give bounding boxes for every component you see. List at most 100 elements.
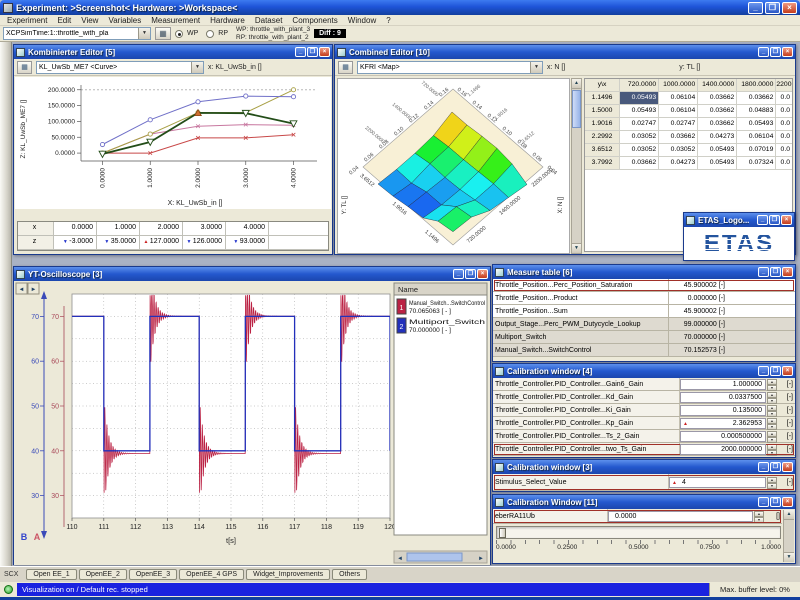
map-value-cell[interactable]: 0.03052 <box>620 131 659 143</box>
experiment-tab[interactable]: OpenEE_3 <box>129 569 177 580</box>
calibration-value-field[interactable]: 1.000000 <box>680 379 766 390</box>
map-value-cell[interactable]: 0.07019 <box>737 144 776 156</box>
calibration-3-titlebar[interactable]: Calibration window [3] _ ❐ × <box>493 460 795 474</box>
map-value-cell[interactable]: 0.03662 <box>698 105 737 117</box>
value-spinner[interactable]: ▲▼ <box>767 392 777 403</box>
maximize-button[interactable]: ❐ <box>770 497 781 507</box>
surface-plot-area[interactable]: 0.040.040.060.060.080.080.100.100.120.12… <box>337 78 570 254</box>
close-button[interactable]: × <box>782 497 793 507</box>
rp-radio[interactable] <box>206 30 214 38</box>
z-value-cell[interactable]: ▼ 35.0000 <box>97 236 140 249</box>
map-value-cell[interactable]: 0.0 <box>776 157 792 169</box>
maximize-button[interactable]: ❐ <box>770 267 781 277</box>
table-view-icon[interactable]: ▦ <box>338 61 353 74</box>
spin-down-icon[interactable]: ▼ <box>767 437 777 443</box>
scroll-up-icon[interactable]: ▲ <box>572 79 581 89</box>
map-value-cell[interactable]: 0.0 <box>776 92 792 104</box>
map-value-cell[interactable]: 0.05493 <box>737 118 776 130</box>
menu-edit[interactable]: Edit <box>52 16 76 25</box>
spin-down-icon[interactable]: ▼ <box>767 385 777 391</box>
minimize-button[interactable]: _ <box>758 47 769 57</box>
minimize-button[interactable]: _ <box>758 497 769 507</box>
map-value-cell[interactable]: 0.03052 <box>659 144 698 156</box>
calibration-11-titlebar[interactable]: Calibration Window [11] _ ❐ × <box>493 495 795 509</box>
map-scrollbar[interactable]: ▲ ▼ <box>571 78 582 254</box>
table-view-icon[interactable]: ▦ <box>17 61 32 74</box>
curve-selector-dropdown[interactable]: KL_UwSb_ME7 <Curve> ▼ <box>36 61 204 74</box>
device-config-button[interactable]: ▦ <box>155 27 171 40</box>
calibration-value-field[interactable]: 0.000500000 <box>680 431 766 442</box>
map-value-cell[interactable]: 0.06104 <box>659 105 698 117</box>
menu-view[interactable]: View <box>76 16 103 25</box>
slider-value-field[interactable]: 0.0000 <box>608 511 753 522</box>
chevron-down-icon[interactable]: ▼ <box>530 62 542 73</box>
map-value-cell[interactable]: 0.03662 <box>659 131 698 143</box>
spin-down-icon[interactable]: ▼ <box>767 398 777 404</box>
measure-row[interactable]: Manual_Switch...SwitchControl70.152573 [… <box>493 344 795 357</box>
spin-down-icon[interactable]: ▼ <box>767 450 777 456</box>
menu-hardware[interactable]: Hardware <box>205 16 250 25</box>
map-value-cell[interactable]: 0.06104 <box>659 92 698 104</box>
map-value-cell[interactable]: 0.03662 <box>698 118 737 130</box>
minimize-button[interactable]: _ <box>758 267 769 277</box>
value-spinner[interactable]: ▲▼ <box>767 444 777 455</box>
map-value-cell[interactable]: 0.0 <box>776 144 792 156</box>
menu-components[interactable]: Components <box>287 16 342 25</box>
calibration-value-field[interactable]: 2000.000000 <box>680 444 766 455</box>
menu-window[interactable]: Window <box>343 16 381 25</box>
oscilloscope-titlebar[interactable]: YT-Oscilloscope [3] _ ❐ × <box>14 267 490 281</box>
menu-dataset[interactable]: Dataset <box>250 16 288 25</box>
value-spinner[interactable]: ▲▼ <box>767 405 777 416</box>
map-value-cell[interactable]: 0.05493 <box>698 157 737 169</box>
menu-measurement[interactable]: Measurement <box>146 16 205 25</box>
slider-track[interactable] <box>496 526 781 539</box>
map-value-cell[interactable]: 0.05493 <box>620 92 659 104</box>
z-value-cell[interactable]: ▼ 93.0000 <box>226 236 269 249</box>
scrollbar-thumb[interactable] <box>572 90 581 128</box>
value-spinner[interactable]: ▲▼ <box>767 418 777 429</box>
x-breakpoint-cell[interactable]: 3.0000 <box>183 222 226 235</box>
measure-table-titlebar[interactable]: Measure table [6] _ ❐ × <box>493 265 795 279</box>
x-breakpoint-cell[interactable]: 1.0000 <box>97 222 140 235</box>
calibration-value-field[interactable]: 0.0337500 <box>680 392 766 403</box>
etas-window-titlebar[interactable]: ETAS_Logo... _ ❐ × <box>684 213 794 227</box>
map-value-cell[interactable]: 0.03662 <box>698 92 737 104</box>
maximize-button[interactable]: ❐ <box>765 2 780 14</box>
calibration-4-titlebar[interactable]: Calibration window [4] _ ❐ × <box>493 364 795 378</box>
map-value-cell[interactable]: 0.0 <box>776 105 792 117</box>
calibration-value-field[interactable]: 0.135000 <box>680 405 766 416</box>
close-button[interactable]: × <box>782 2 797 14</box>
z-value-cell[interactable]: ▼ 126.0000 <box>183 236 226 249</box>
experiment-tab[interactable]: Widget_Improvements <box>246 569 330 580</box>
experiment-tab[interactable]: Others <box>332 569 367 580</box>
map-value-cell[interactable]: 0.03052 <box>620 144 659 156</box>
minimize-button[interactable]: _ <box>757 215 768 225</box>
map-value-cell[interactable]: 0.05493 <box>620 105 659 117</box>
slider-spinner[interactable]: ▲▼ <box>754 511 764 522</box>
maximize-button[interactable]: ❐ <box>770 462 781 472</box>
menu-variables[interactable]: Variables <box>103 16 146 25</box>
spin-down-icon[interactable]: ▼ <box>767 411 777 417</box>
x-breakpoint-cell[interactable]: 0.0000 <box>54 222 97 235</box>
close-button[interactable]: × <box>477 269 488 279</box>
spin-down-icon[interactable]: ▼ <box>767 424 777 430</box>
close-button[interactable]: × <box>319 47 330 57</box>
maximize-button[interactable]: ❐ <box>769 215 780 225</box>
calibration-value-field[interactable]: ▲2.362953 <box>680 418 766 429</box>
scroll-down-icon[interactable]: ▼ <box>572 243 581 253</box>
map-value-cell[interactable]: 0.0 <box>776 118 792 130</box>
scroll-up-icon[interactable]: ▲ <box>784 510 794 520</box>
minimize-button[interactable]: _ <box>758 366 769 376</box>
scrollbar-thumb[interactable] <box>407 553 462 561</box>
maximize-button[interactable]: ❐ <box>465 269 476 279</box>
menu-help[interactable]: ? <box>381 16 395 25</box>
slider-handle[interactable] <box>499 528 506 538</box>
stimulus-spinner[interactable]: ▲▼ <box>767 477 777 488</box>
map-value-cell[interactable]: 0.04883 <box>737 105 776 117</box>
chevron-down-icon[interactable]: ▼ <box>138 28 150 39</box>
close-button[interactable]: × <box>781 215 792 225</box>
measure-row[interactable]: Throttle_Position...Product0.000000 [-] <box>493 292 795 305</box>
map-value-cell[interactable]: 0.06104 <box>737 131 776 143</box>
oscilloscope-plot[interactable]: ◄►30405060703040506070110111112113114115… <box>14 282 490 565</box>
experiment-tab[interactable]: OpenEE_2 <box>79 569 127 580</box>
